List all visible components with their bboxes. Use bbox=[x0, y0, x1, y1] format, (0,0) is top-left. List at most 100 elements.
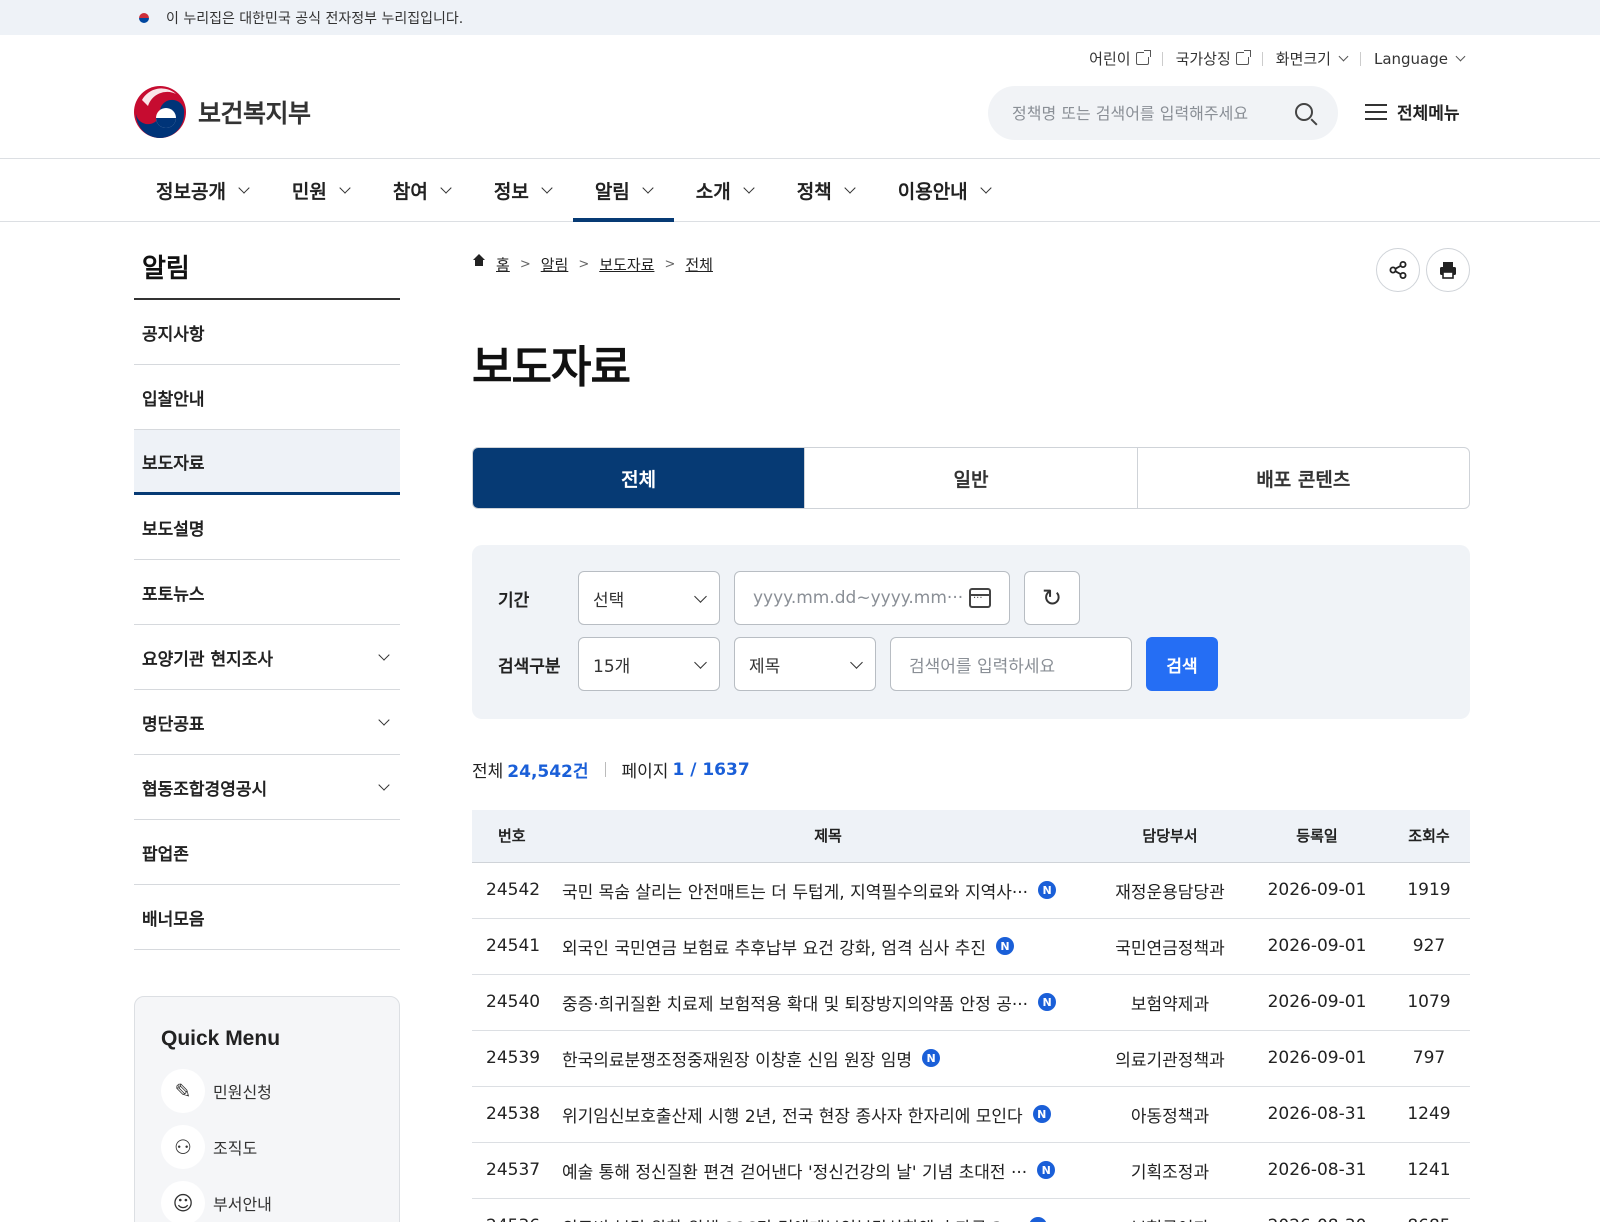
page-current: 1 bbox=[672, 759, 685, 780]
chevron-down-icon bbox=[378, 714, 390, 726]
period-label: 기간 bbox=[498, 590, 530, 611]
col-dept: 담당부서 bbox=[1094, 810, 1246, 863]
category-tabs: 전체 일반 배포 콘텐츠 bbox=[472, 447, 1470, 509]
table-row[interactable]: 24539 한국의료분쟁조정중재원장 이창훈 신임 원장 임명 N 의료기관정책과… bbox=[472, 1030, 1470, 1087]
gnb-item-guide[interactable]: 이용안내 bbox=[876, 159, 1012, 221]
breadcrumb-home[interactable]: 홈 bbox=[496, 254, 510, 275]
total-count: 24,542건 bbox=[507, 762, 589, 782]
chevron-down-icon bbox=[743, 182, 755, 194]
tab-general[interactable]: 일반 bbox=[805, 448, 1138, 508]
language-dropdown[interactable]: Language bbox=[1374, 50, 1466, 68]
print-button[interactable] bbox=[1426, 248, 1470, 292]
tab-contents[interactable]: 배포 콘텐츠 bbox=[1138, 448, 1469, 508]
row-title-link[interactable]: 위기임신보호출산제 시행 2년, 전국 현장 종사자 한자리에 모인다 bbox=[562, 1102, 1023, 1127]
period-select[interactable]: 선택 bbox=[578, 571, 720, 625]
chevron-right-icon: > bbox=[578, 257, 590, 272]
new-badge: N bbox=[1037, 1161, 1056, 1179]
chevron-down-icon bbox=[378, 649, 390, 661]
lnb-item[interactable]: 협동조합경영공시 bbox=[134, 755, 400, 820]
col-no: 번호 bbox=[472, 810, 562, 863]
table-row[interactable]: 24540 중증·희귀질환 치료제 보험적용 확대 및 퇴장방지의약품 안정 공… bbox=[472, 974, 1470, 1031]
chevron-down-icon bbox=[694, 655, 707, 669]
row-title-link[interactable]: 의료비 부담 완화 위해 226만 명에게본인부담상한액 초과금 3··· bbox=[562, 1214, 1019, 1222]
site-search-input[interactable] bbox=[1012, 103, 1282, 123]
search-filter: 기간 선택 yyyy.mm.dd~yyyy.mm··· ↻ 검색구분 15개 제… bbox=[472, 545, 1470, 719]
breadcrumb-news[interactable]: 알림 bbox=[541, 254, 569, 275]
edit-icon: ✎ bbox=[161, 1069, 205, 1113]
share-icon bbox=[1389, 261, 1407, 279]
external-link-icon bbox=[1235, 50, 1251, 65]
quick-item-petition[interactable]: ✎ 민원신청 bbox=[161, 1069, 373, 1113]
page-title: 보도자료 bbox=[472, 342, 631, 393]
local-nav: 알림 공지사항 입찰안내 보도자료 보도설명 포토뉴스 요양기관 현지조사 명단… bbox=[134, 248, 400, 950]
refresh-icon: ↻ bbox=[1041, 584, 1063, 612]
result-summary: 전체 24,542건 페이지 1 / 1637 bbox=[472, 757, 1470, 783]
page-size-select[interactable]: 15개 bbox=[578, 637, 720, 691]
lnb-item-active[interactable]: 보도자료 bbox=[134, 430, 400, 495]
quick-item-org-chart[interactable]: ⚇ 조직도 bbox=[161, 1125, 373, 1169]
keyword-input[interactable]: 검색어를 입력하세요 bbox=[890, 637, 1132, 691]
calendar-icon[interactable] bbox=[969, 588, 991, 608]
main-content: 홈 > 알림 > 보도자료 > 전체 보도자료 전체 일반 배포 콘텐츠 기간 … bbox=[472, 248, 1470, 1222]
kids-link[interactable]: 어린이 bbox=[1089, 48, 1151, 69]
table-row[interactable]: 24541 외국인 국민연금 보험료 추후납부 요건 강화, 엄격 심사 추진 N… bbox=[472, 918, 1470, 975]
gnb-item-petition[interactable]: 민원 bbox=[270, 159, 371, 221]
lnb-item[interactable]: 보도설명 bbox=[134, 495, 400, 560]
row-title-link[interactable]: 중증·희귀질환 치료제 보험적용 확대 및 퇴장방지의약품 안정 공··· bbox=[562, 990, 1028, 1015]
row-title-link[interactable]: 외국인 국민연금 보험료 추후납부 요건 강화, 엄격 심사 추진 bbox=[562, 934, 986, 959]
hamburger-icon bbox=[1365, 103, 1387, 120]
lnb-item[interactable]: 요양기관 현지조사 bbox=[134, 625, 400, 690]
tab-all[interactable]: 전체 bbox=[473, 448, 806, 508]
table-row[interactable]: 24538 위기임신보호출산제 시행 2년, 전국 현장 종사자 한자리에 모인… bbox=[472, 1086, 1470, 1143]
site-logo[interactable]: 보건복지부 bbox=[132, 84, 311, 140]
print-icon bbox=[1440, 262, 1456, 279]
row-title-link[interactable]: 국민 목숨 살리는 안전매트는 더 두텁게, 지역필수의료와 지역사··· bbox=[562, 878, 1028, 903]
gnb-item-about[interactable]: 소개 bbox=[674, 159, 775, 221]
chevron-down-icon bbox=[694, 589, 707, 603]
page-actions bbox=[1376, 248, 1470, 292]
new-badge: N bbox=[1032, 1105, 1051, 1123]
reset-button[interactable]: ↻ bbox=[1024, 571, 1080, 625]
chevron-right-icon: > bbox=[664, 257, 676, 272]
search-button[interactable]: 검색 bbox=[1146, 637, 1218, 691]
search-icon[interactable] bbox=[1295, 103, 1313, 121]
gnb-item-participation[interactable]: 참여 bbox=[371, 159, 472, 221]
lnb-item[interactable]: 공지사항 bbox=[134, 300, 400, 365]
external-link-icon bbox=[1135, 50, 1151, 65]
site-search bbox=[988, 86, 1338, 140]
row-title-link[interactable]: 예술 통해 정신질환 편견 걷어낸다 '정신건강의 날' 기념 초대전 ··· bbox=[562, 1158, 1027, 1183]
breadcrumb-all[interactable]: 전체 bbox=[685, 254, 713, 275]
chevron-down-icon bbox=[440, 182, 452, 194]
lnb-item[interactable]: 명단공표 bbox=[134, 690, 400, 755]
gnb-item-policy[interactable]: 정책 bbox=[775, 159, 876, 221]
table-row[interactable]: 24537 예술 통해 정신질환 편견 걷어낸다 '정신건강의 날' 기념 초대… bbox=[472, 1142, 1470, 1199]
date-range-input[interactable]: yyyy.mm.dd~yyyy.mm··· bbox=[734, 571, 1010, 625]
gnb-item-news[interactable]: 알림 bbox=[572, 159, 674, 222]
lnb-item[interactable]: 입찰안내 bbox=[134, 365, 400, 430]
lnb-title: 알림 bbox=[134, 248, 400, 300]
gov-banner-text: 이 누리집은 대한민국 공식 전자정부 누리집입니다. bbox=[166, 10, 464, 27]
gnb-item-disclosure[interactable]: 정보공개 bbox=[134, 159, 270, 221]
lnb-item[interactable]: 포토뉴스 bbox=[134, 560, 400, 625]
quick-item-departments[interactable]: ☺ 부서안내 bbox=[161, 1181, 373, 1222]
national-symbols-link[interactable]: 국가상징 bbox=[1176, 48, 1251, 69]
chevron-right-icon: > bbox=[519, 257, 531, 272]
zoom-dropdown[interactable]: 화면크기 bbox=[1276, 48, 1349, 69]
chevron-down-icon bbox=[339, 182, 351, 194]
row-title-link[interactable]: 한국의료분쟁조정중재원장 이창훈 신임 원장 임명 bbox=[562, 1046, 912, 1071]
global-nav: 정보공개 민원 참여 정보 알림 소개 정책 이용안내 bbox=[0, 158, 1600, 222]
chevron-down-icon bbox=[1455, 51, 1466, 62]
col-views: 조회수 bbox=[1388, 810, 1470, 863]
all-menu-button[interactable]: 전체메뉴 bbox=[1365, 99, 1460, 124]
table-row[interactable]: 24542 국민 목숨 살리는 안전매트는 더 두텁게, 지역필수의료와 지역사… bbox=[472, 862, 1470, 919]
quick-menu-title: Quick Menu bbox=[161, 1027, 281, 1050]
chevron-down-icon bbox=[541, 182, 553, 194]
table-row[interactable]: 24536 의료비 부담 완화 위해 226만 명에게본인부담상한액 초과금 3… bbox=[472, 1198, 1470, 1222]
lnb-item[interactable]: 배너모음 bbox=[134, 885, 400, 950]
breadcrumb-press[interactable]: 보도자료 bbox=[599, 254, 654, 275]
search-field-select[interactable]: 제목 bbox=[734, 637, 876, 691]
share-button[interactable] bbox=[1376, 248, 1420, 292]
gnb-item-info[interactable]: 정보 bbox=[472, 159, 573, 221]
new-badge: N bbox=[1038, 881, 1057, 899]
lnb-item[interactable]: 팝업존 bbox=[134, 820, 400, 885]
